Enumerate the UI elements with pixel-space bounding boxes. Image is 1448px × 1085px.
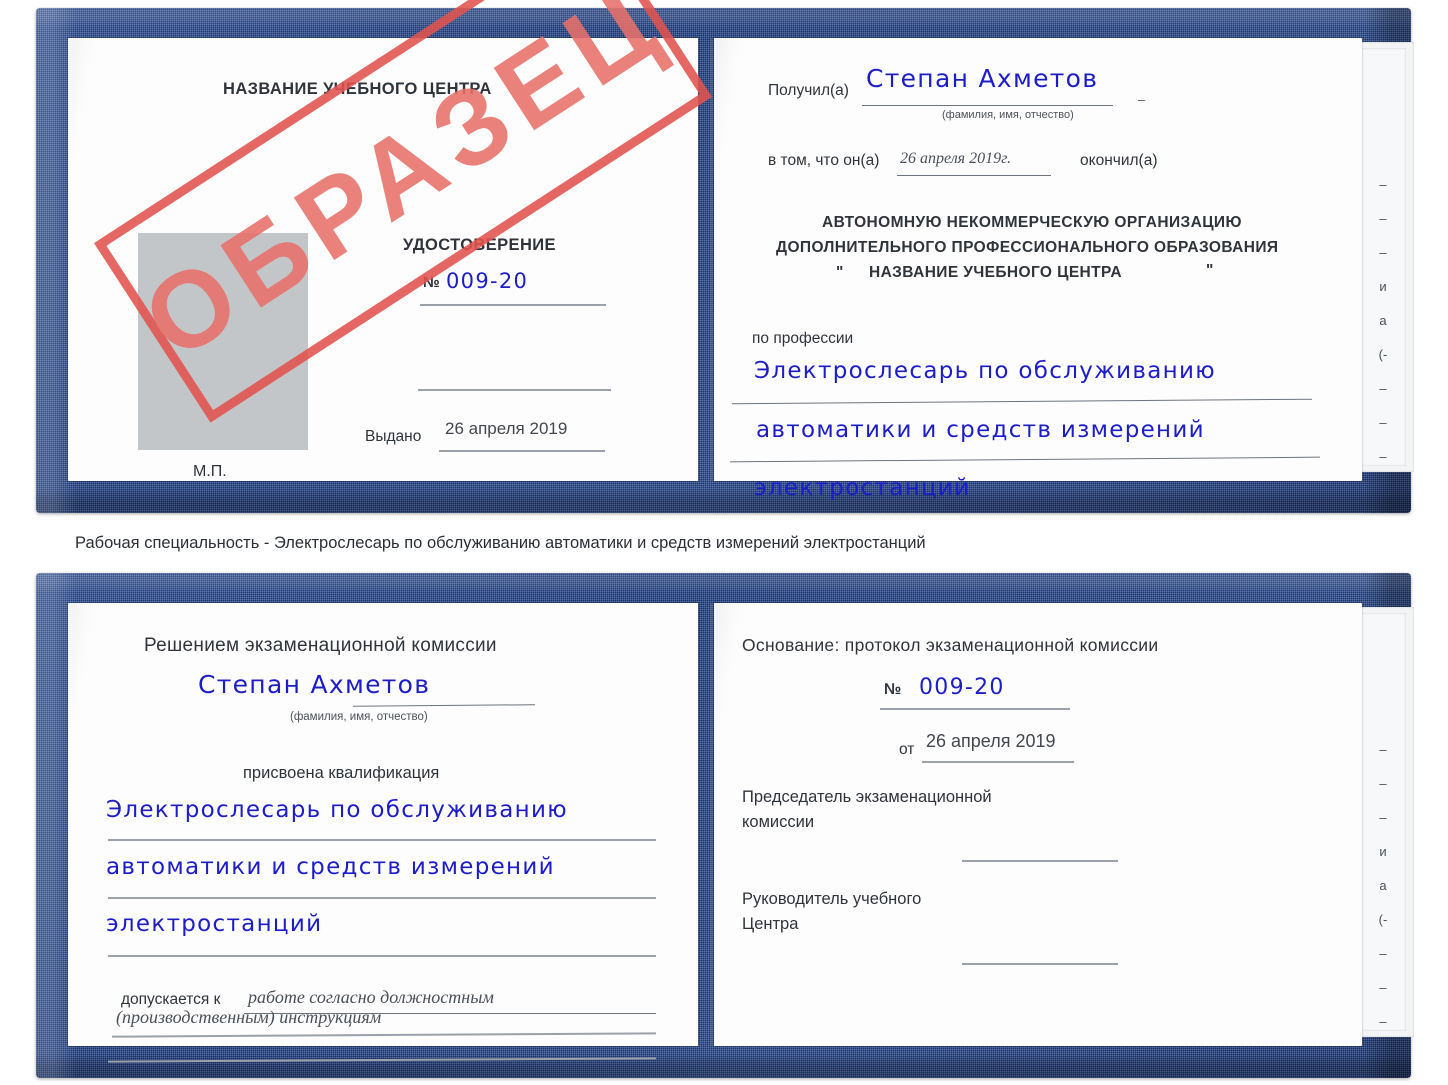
spine-gutter-top [710, 38, 713, 481]
issued-value: 26 апреля 2019 [445, 419, 568, 438]
organization-quote-close: " [1206, 262, 1214, 279]
protocol-number-label: № [884, 681, 902, 698]
admitted-rule-2 [112, 1032, 656, 1038]
edge-glyph: – [1379, 245, 1387, 260]
protocol-date-value: 26 апреля 2019 [926, 731, 1056, 751]
edge-glyph: – [1379, 776, 1387, 791]
basis-protocol-label: Основание: протокол экзаменационной коми… [742, 635, 1159, 655]
received-value: Степан Ахметов [866, 64, 1099, 93]
protocol-date-label: от [899, 741, 915, 758]
chairman-signature-rule [962, 860, 1118, 862]
head-label-line-1: Руководитель учебного [742, 890, 922, 908]
qualification-label: присвоена квалификация [243, 764, 440, 782]
admitted-line-1: работе согласно должностным [248, 987, 494, 1007]
page-edge-glyphs-bottom: – – – и а (- – – – [1372, 733, 1394, 1039]
edge-glyph: и [1379, 279, 1387, 294]
certificate-bottom: Решением экзаменационной комиссии Степан… [36, 573, 1414, 1078]
certificate-number-rule [420, 304, 606, 306]
admitted-line-2: (производственным) инструкциям [116, 1007, 382, 1027]
profession-label: по профессии [752, 330, 854, 347]
photo-placeholder [138, 233, 308, 450]
received-label: Получил(а) [768, 82, 849, 99]
certificate-top-left-page: НАЗВАНИЕ УЧЕБНОГО ЦЕНТРА УДОСТОВЕРЕНИЕ №… [68, 38, 698, 481]
certificate-top: НАЗВАНИЕ УЧЕБНОГО ЦЕНТРА УДОСТОВЕРЕНИЕ №… [36, 0, 1414, 513]
issued-label: Выдано [365, 428, 422, 445]
edge-glyph: – [1379, 810, 1387, 825]
edge-glyph: – [1379, 742, 1387, 757]
fio-hint-top: (фамилия, имя, отчество) [942, 109, 1074, 121]
edge-dash-received: – [1138, 92, 1146, 107]
edge-glyph: а [1379, 313, 1387, 328]
qualification-rule-2 [108, 897, 656, 899]
certificate-bottom-right-page: Основание: протокол экзаменационной коми… [714, 603, 1362, 1046]
page-edge-glyphs-top: – – – и а (- – – – [1372, 168, 1394, 474]
training-center-name-top: НАЗВАНИЕ УЧЕБНОГО ЦЕНТРА [223, 80, 492, 98]
organization-quote-open: " [836, 264, 844, 281]
qualification-rule-1 [108, 839, 656, 841]
seal-mark-label: М.П. [193, 463, 227, 480]
edge-glyph: – [1379, 381, 1387, 396]
organization-line-2: ДОПОЛНИТЕЛЬНОГО ПРОФЕССИОНАЛЬНОГО ОБРАЗО… [776, 239, 1279, 256]
student-name-rule [352, 704, 536, 708]
profession-line-3: электростанций [754, 475, 971, 501]
edge-glyph: – [1379, 1014, 1387, 1029]
edge-glyph: (- [1378, 912, 1388, 927]
head-signature-rule [962, 963, 1118, 965]
finish-date-value: 26 апреля 2019г. [900, 150, 1012, 167]
head-label-line-2: Центра [742, 915, 799, 933]
qualification-rule-3 [108, 955, 656, 957]
certificate-top-right-page: Получил(а) Степан Ахметов (фамилия, имя,… [714, 38, 1362, 501]
spine-gutter-bottom [710, 603, 713, 1046]
certificate-bottom-left-page: Решением экзаменационной комиссии Степан… [68, 603, 698, 1063]
certificate-blank-rule-1 [418, 389, 611, 391]
protocol-date-rule [922, 761, 1074, 763]
qualification-line-1: Электрослесарь по обслуживанию [106, 797, 568, 823]
edge-glyph: а [1379, 878, 1387, 893]
protocol-number-value: 009-20 [919, 675, 1005, 700]
edge-glyph: – [1379, 449, 1387, 464]
student-name-bottom: Степан Ахметов [198, 670, 431, 699]
certificate-title-top: УДОСТОВЕРЕНИЕ [403, 236, 556, 254]
profession-rule-1 [732, 398, 1312, 405]
issued-rule [439, 450, 605, 452]
profession-line-2: автоматики и средств измерений [756, 417, 1205, 443]
that-he-label: в том, что он(а) [768, 152, 880, 169]
certificate-number-value: 009-20 [446, 269, 529, 293]
received-rule [862, 105, 1113, 107]
profession-line-1: Электрослесарь по обслуживанию [754, 358, 1216, 384]
chairman-label-line-2: комиссии [742, 813, 815, 831]
organization-line-3: НАЗВАНИЕ УЧЕБНОГО ЦЕНТРА [869, 264, 1122, 281]
edge-glyph: – [1379, 415, 1387, 430]
edge-glyph: – [1379, 177, 1387, 192]
edge-glyph: и [1379, 844, 1387, 859]
finish-date-rule [897, 175, 1051, 177]
commission-decision-heading: Решением экзаменационной комиссии [144, 635, 497, 656]
qualification-line-2: автоматики и средств измерений [106, 854, 555, 880]
qualification-line-3: электростанций [106, 911, 323, 937]
certificate-number-label: № [423, 274, 440, 291]
edge-glyph: – [1379, 980, 1387, 995]
chairman-label-line-1: Председатель экзаменационной [742, 788, 992, 806]
fio-hint-bottom: (фамилия, имя, отчество) [290, 711, 428, 723]
finished-label: окончил(а) [1080, 152, 1158, 169]
protocol-number-rule [880, 708, 1070, 710]
edge-glyph: – [1379, 211, 1387, 226]
profession-rule-2 [730, 456, 1320, 463]
edge-glyph: (- [1378, 347, 1388, 362]
page-caption: Рабочая специальность - Электрослесарь п… [75, 534, 926, 552]
edge-glyph: – [1379, 946, 1387, 961]
organization-line-1: АВТОНОМНУЮ НЕКОММЕРЧЕСКУЮ ОРГАНИЗАЦИЮ [822, 214, 1242, 231]
